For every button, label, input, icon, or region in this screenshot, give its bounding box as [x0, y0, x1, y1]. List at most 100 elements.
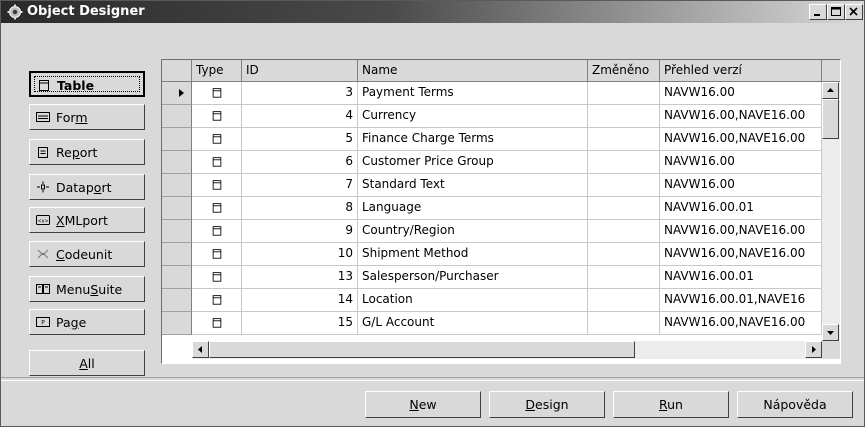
scroll-down-button[interactable] [822, 324, 839, 341]
object-type-report-button[interactable]: Report [29, 139, 145, 165]
row-selector[interactable] [162, 312, 192, 335]
row-selector[interactable] [162, 220, 192, 243]
horizontal-scrollbar[interactable] [192, 341, 822, 359]
changed-cell[interactable] [588, 289, 660, 312]
name-cell[interactable]: Location [358, 289, 588, 312]
name-cell[interactable]: Shipment Method [358, 243, 588, 266]
vertical-scrollbar[interactable] [822, 82, 840, 341]
object-type-form-button[interactable]: Form [29, 104, 145, 130]
type-cell[interactable] [192, 105, 242, 128]
row-selector[interactable] [162, 266, 192, 289]
name-cell[interactable]: Customer Price Group [358, 151, 588, 174]
help-button[interactable]: Nápověda [737, 391, 853, 418]
id-cell[interactable]: 5 [242, 128, 358, 151]
object-type-menusuite-button[interactable]: MenuSuite [29, 276, 145, 302]
minimize-button[interactable] [809, 4, 827, 20]
title-bar[interactable]: Object Designer [1, 1, 864, 23]
type-cell[interactable] [192, 266, 242, 289]
name-cell[interactable]: Salesperson/Purchaser [358, 266, 588, 289]
row-selector[interactable] [162, 82, 192, 105]
object-type-table-button[interactable]: Table [29, 71, 145, 97]
new-button[interactable]: New [365, 391, 481, 418]
horizontal-scroll-thumb[interactable] [209, 341, 635, 358]
design-button[interactable]: Design [489, 391, 605, 418]
changed-cell[interactable] [588, 174, 660, 197]
object-type-label: XMLport [56, 213, 108, 228]
column-header-id[interactable]: ID [242, 60, 358, 82]
name-cell[interactable]: Payment Terms [358, 82, 588, 105]
row-selector[interactable] [162, 128, 192, 151]
type-cell[interactable] [192, 197, 242, 220]
vertical-scroll-thumb[interactable] [822, 99, 839, 139]
version-list-cell[interactable]: NAVW16.00 [660, 174, 822, 197]
type-cell[interactable] [192, 243, 242, 266]
id-cell[interactable]: 14 [242, 289, 358, 312]
object-type-dataport-button[interactable]: Dataport [29, 174, 145, 200]
maximize-button[interactable] [827, 4, 845, 20]
label-mnemonic: g [70, 315, 79, 330]
name-cell[interactable]: Language [358, 197, 588, 220]
type-cell[interactable] [192, 312, 242, 335]
run-button-label-mnemonic: R [659, 397, 668, 412]
column-header-type[interactable]: Type [192, 60, 242, 82]
id-cell[interactable]: 10 [242, 243, 358, 266]
id-cell[interactable]: 4 [242, 105, 358, 128]
object-type-codeunit-button[interactable]: Codeunit [29, 241, 145, 267]
row-selector[interactable] [162, 243, 192, 266]
version-list-cell[interactable]: NAVW16.00 [660, 82, 822, 105]
changed-cell[interactable] [588, 197, 660, 220]
id-cell[interactable]: 8 [242, 197, 358, 220]
version-list-cell[interactable]: NAVW16.00,NAVE16.00 [660, 105, 822, 128]
name-cell[interactable]: G/L Account [358, 312, 588, 335]
id-cell[interactable]: 6 [242, 151, 358, 174]
changed-cell[interactable] [588, 220, 660, 243]
object-type-xmlport-button[interactable]: <x> XMLport [29, 207, 145, 233]
scroll-right-button[interactable] [805, 341, 822, 358]
id-cell[interactable]: 7 [242, 174, 358, 197]
type-cell[interactable] [192, 82, 242, 105]
close-button[interactable] [845, 4, 863, 20]
name-cell[interactable]: Standard Text [358, 174, 588, 197]
name-cell[interactable]: Currency [358, 105, 588, 128]
row-selector[interactable] [162, 105, 192, 128]
changed-cell[interactable] [588, 243, 660, 266]
scroll-left-button[interactable] [192, 341, 209, 358]
type-cell[interactable] [192, 128, 242, 151]
version-list-cell[interactable]: NAVW16.00.01 [660, 197, 822, 220]
row-selector[interactable] [162, 151, 192, 174]
version-list-cell[interactable]: NAVW16.00,NAVE16.00 [660, 220, 822, 243]
changed-cell[interactable] [588, 82, 660, 105]
id-cell[interactable]: 13 [242, 266, 358, 289]
changed-cell[interactable] [588, 105, 660, 128]
version-list-cell[interactable]: NAVW16.00.01,NAVE16 [660, 289, 822, 312]
column-header-version-list[interactable]: Přehled verzí [660, 60, 822, 82]
type-cell[interactable] [192, 289, 242, 312]
name-cell[interactable]: Country/Region [358, 220, 588, 243]
object-type-all-button[interactable]: All [29, 350, 145, 376]
column-header-name[interactable]: Name [358, 60, 588, 82]
column-header-changed[interactable]: Změněno [588, 60, 660, 82]
id-cell[interactable]: 9 [242, 220, 358, 243]
type-cell[interactable] [192, 151, 242, 174]
version-list-cell[interactable]: NAVW16.00 [660, 151, 822, 174]
object-list-grid[interactable]: Type ID Name Změněno Přehled verzí 3 Paym… [161, 59, 841, 364]
run-button[interactable]: Run [613, 391, 729, 418]
changed-cell[interactable] [588, 128, 660, 151]
row-selector[interactable] [162, 289, 192, 312]
id-cell[interactable]: 15 [242, 312, 358, 335]
scroll-up-button[interactable] [822, 82, 839, 99]
type-cell[interactable] [192, 174, 242, 197]
row-selector[interactable] [162, 174, 192, 197]
row-selector[interactable] [162, 197, 192, 220]
object-type-page-button[interactable]: P Page [29, 309, 145, 335]
version-list-cell[interactable]: NAVW16.00.01 [660, 266, 822, 289]
changed-cell[interactable] [588, 312, 660, 335]
name-cell[interactable]: Finance Charge Terms [358, 128, 588, 151]
changed-cell[interactable] [588, 151, 660, 174]
changed-cell[interactable] [588, 266, 660, 289]
id-cell[interactable]: 3 [242, 82, 358, 105]
version-list-cell[interactable]: NAVW16.00,NAVE16.00 [660, 243, 822, 266]
version-list-cell[interactable]: NAVW16.00,NAVE16.00 [660, 128, 822, 151]
type-cell[interactable] [192, 220, 242, 243]
version-list-cell[interactable]: NAVW16.00,NAVE16.00 [660, 312, 822, 335]
